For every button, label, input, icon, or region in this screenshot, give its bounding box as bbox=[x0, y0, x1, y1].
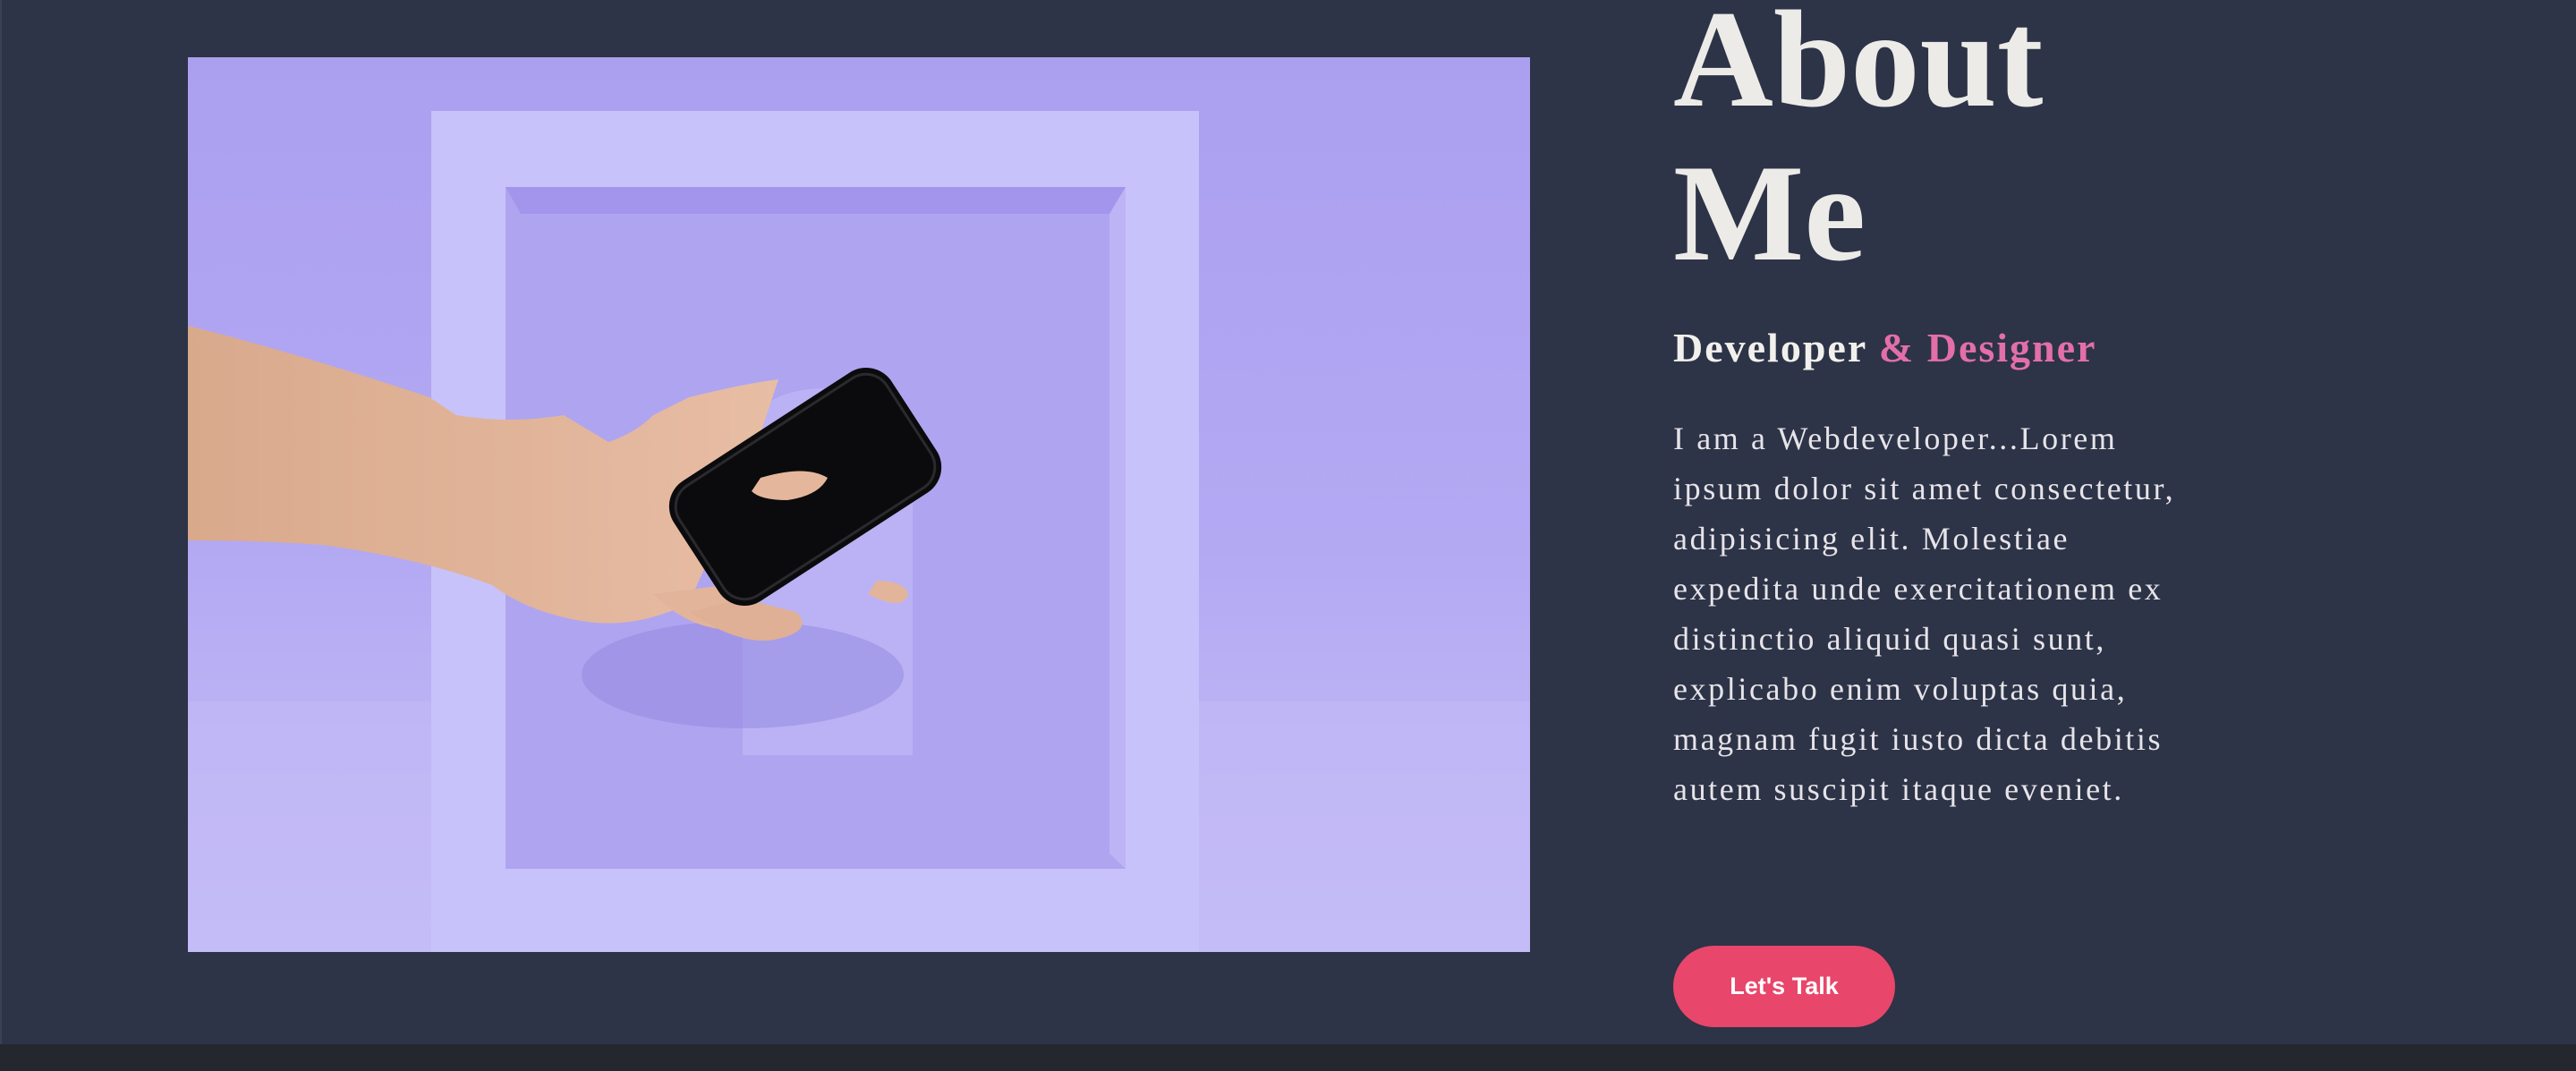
title-line-2: Me bbox=[1673, 136, 1866, 290]
left-border bbox=[0, 0, 2, 1044]
bio-text: I am a Webdeveloper...Lorem ipsum dolor … bbox=[1673, 421, 2176, 807]
role-subtitle: Developer & Designer bbox=[1673, 324, 2096, 371]
about-section: About Me Developer & Designer I am a Web… bbox=[0, 0, 2576, 1044]
lets-talk-button[interactable]: Let's Talk bbox=[1673, 946, 1895, 1027]
about-photo bbox=[188, 57, 1530, 952]
footer-strip bbox=[0, 1044, 2576, 1071]
role-primary: Developer bbox=[1673, 325, 1867, 370]
title-line-1: About bbox=[1673, 0, 2044, 136]
page-title: About Me bbox=[1673, 0, 2210, 290]
role-accent: & Designer bbox=[1878, 325, 2097, 370]
